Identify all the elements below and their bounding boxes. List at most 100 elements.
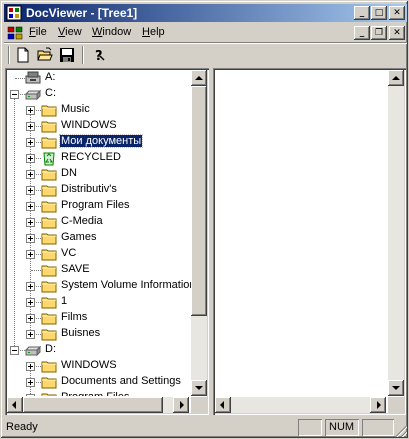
menu-view-rest: iew bbox=[65, 26, 82, 38]
scroll-thumb[interactable] bbox=[191, 86, 207, 316]
tree-item[interactable]: DN bbox=[7, 166, 193, 182]
scroll-up-button[interactable] bbox=[191, 70, 207, 86]
minimize-button[interactable]: _ bbox=[354, 6, 370, 20]
tree-item[interactable]: Мои документы bbox=[7, 134, 193, 150]
tree-item[interactable]: C: bbox=[7, 86, 193, 102]
scroll-right-button[interactable] bbox=[173, 397, 189, 413]
tree-item[interactable]: WINDOWS bbox=[7, 358, 193, 374]
floppy-drive-icon bbox=[25, 71, 41, 84]
folder-icon bbox=[41, 217, 57, 229]
tree-item[interactable]: Films bbox=[7, 310, 193, 326]
folder-tree[interactable]: A: C: Music WINDOWS Мои документы RECYCLED DN D… bbox=[7, 70, 193, 396]
expand-plus-icon[interactable] bbox=[26, 154, 35, 163]
scroll-left-button[interactable] bbox=[7, 397, 23, 413]
open-button[interactable] bbox=[35, 45, 55, 65]
tree-item[interactable]: C-Media bbox=[7, 214, 193, 230]
expand-plus-icon[interactable] bbox=[26, 202, 35, 211]
arrow-up-icon bbox=[392, 76, 400, 80]
document-horizontal-scrollbar[interactable] bbox=[215, 397, 386, 413]
tree-item[interactable]: 1 bbox=[7, 294, 193, 310]
collapse-minus-icon[interactable] bbox=[10, 346, 19, 355]
tree-item[interactable]: RECYCLED bbox=[7, 150, 193, 166]
menu-view[interactable]: View bbox=[58, 26, 82, 38]
child-close-button[interactable]: ✕ bbox=[389, 26, 405, 40]
expand-plus-icon[interactable] bbox=[26, 362, 35, 371]
scroll-thumb[interactable] bbox=[23, 397, 163, 413]
resize-grip-icon[interactable] bbox=[395, 425, 407, 437]
tree-connector bbox=[15, 78, 25, 79]
open-folder-icon bbox=[37, 47, 53, 61]
tree-item-label: RECYCLED bbox=[61, 151, 121, 163]
floppy-disk-icon bbox=[60, 48, 74, 62]
folder-icon bbox=[41, 329, 57, 341]
tree-item[interactable]: System Volume Information bbox=[7, 278, 193, 294]
help-button[interactable]: ? bbox=[89, 45, 109, 65]
expand-plus-icon[interactable] bbox=[26, 378, 35, 387]
tree-item[interactable]: D: bbox=[7, 342, 193, 358]
tree-item-label: Documents and Settings bbox=[61, 375, 181, 387]
arrow-right-icon bbox=[377, 401, 381, 409]
tree-item[interactable]: Program Files bbox=[7, 198, 193, 214]
expand-plus-icon[interactable] bbox=[26, 234, 35, 243]
tree-item[interactable]: WINDOWS bbox=[7, 118, 193, 134]
tree-item[interactable]: A: bbox=[7, 70, 193, 86]
menu-help[interactable]: Help bbox=[142, 26, 165, 38]
document-vertical-scrollbar[interactable] bbox=[388, 70, 404, 396]
arrow-right-icon bbox=[180, 401, 184, 409]
tree-item[interactable]: Music bbox=[7, 102, 193, 118]
tree-item[interactable]: Buisnes bbox=[7, 326, 193, 342]
tree-item-label: A: bbox=[45, 71, 56, 83]
folder-icon bbox=[41, 201, 57, 213]
scroll-down-button[interactable] bbox=[388, 380, 404, 396]
scroll-up-button[interactable] bbox=[388, 70, 404, 86]
tree-item-label: Program Files bbox=[61, 199, 130, 211]
tree-item-label: SAVE bbox=[61, 263, 90, 275]
tree-item[interactable]: Distributiv's bbox=[7, 182, 193, 198]
app-icon[interactable] bbox=[6, 5, 22, 21]
restore-icon: ❐ bbox=[374, 28, 384, 38]
tree-item[interactable]: Documents and Settings bbox=[7, 374, 193, 390]
expand-plus-icon[interactable] bbox=[26, 218, 35, 227]
expand-plus-icon[interactable] bbox=[26, 186, 35, 195]
tree-connector bbox=[31, 270, 41, 271]
expand-plus-icon[interactable] bbox=[26, 122, 35, 131]
scroll-down-button[interactable] bbox=[191, 380, 207, 396]
tree-pane[interactable]: A: C: Music WINDOWS Мои документы RECYCLED DN D… bbox=[5, 68, 209, 415]
tree-item[interactable]: Games bbox=[7, 230, 193, 246]
scroll-left-button[interactable] bbox=[215, 397, 231, 413]
tree-item[interactable]: VC bbox=[7, 246, 193, 262]
expand-plus-icon[interactable] bbox=[26, 106, 35, 115]
expand-plus-icon[interactable] bbox=[26, 298, 35, 307]
title-bar[interactable]: DocViewer - [Tree1] _ □ ✕ bbox=[4, 4, 407, 22]
new-document-icon bbox=[17, 47, 29, 63]
expand-plus-icon[interactable] bbox=[26, 250, 35, 259]
tree-vertical-scrollbar[interactable] bbox=[191, 70, 207, 396]
expand-plus-icon[interactable] bbox=[26, 330, 35, 339]
expand-plus-icon[interactable] bbox=[26, 138, 35, 147]
expand-plus-icon[interactable] bbox=[26, 314, 35, 323]
scroll-right-button[interactable] bbox=[370, 397, 386, 413]
tree-item[interactable]: SAVE bbox=[7, 262, 193, 278]
document-window-icon[interactable] bbox=[7, 25, 23, 41]
save-button[interactable] bbox=[57, 45, 77, 65]
collapse-minus-icon[interactable] bbox=[10, 90, 19, 99]
expand-plus-icon[interactable] bbox=[26, 394, 35, 396]
close-button[interactable]: ✕ bbox=[389, 6, 405, 20]
expand-plus-icon[interactable] bbox=[26, 282, 35, 291]
new-button[interactable] bbox=[13, 45, 33, 65]
menu-file[interactable]: File bbox=[29, 26, 47, 38]
close-icon: ✕ bbox=[393, 28, 401, 38]
child-restore-button[interactable]: ❐ bbox=[371, 26, 387, 40]
expand-plus-icon[interactable] bbox=[26, 170, 35, 179]
tree-horizontal-scrollbar[interactable] bbox=[7, 397, 189, 413]
scrollbar-corner bbox=[388, 397, 404, 413]
document-pane[interactable] bbox=[213, 68, 406, 415]
svg-text:?: ? bbox=[95, 49, 103, 63]
menu-help-accel: H bbox=[142, 26, 150, 38]
child-minimize-button[interactable]: _ bbox=[354, 26, 370, 40]
menu-window[interactable]: Window bbox=[92, 26, 131, 38]
close-icon: ✕ bbox=[393, 8, 401, 18]
maximize-button[interactable]: □ bbox=[371, 6, 387, 20]
folder-icon bbox=[41, 121, 57, 133]
tree-item[interactable]: Program Files bbox=[7, 390, 193, 396]
